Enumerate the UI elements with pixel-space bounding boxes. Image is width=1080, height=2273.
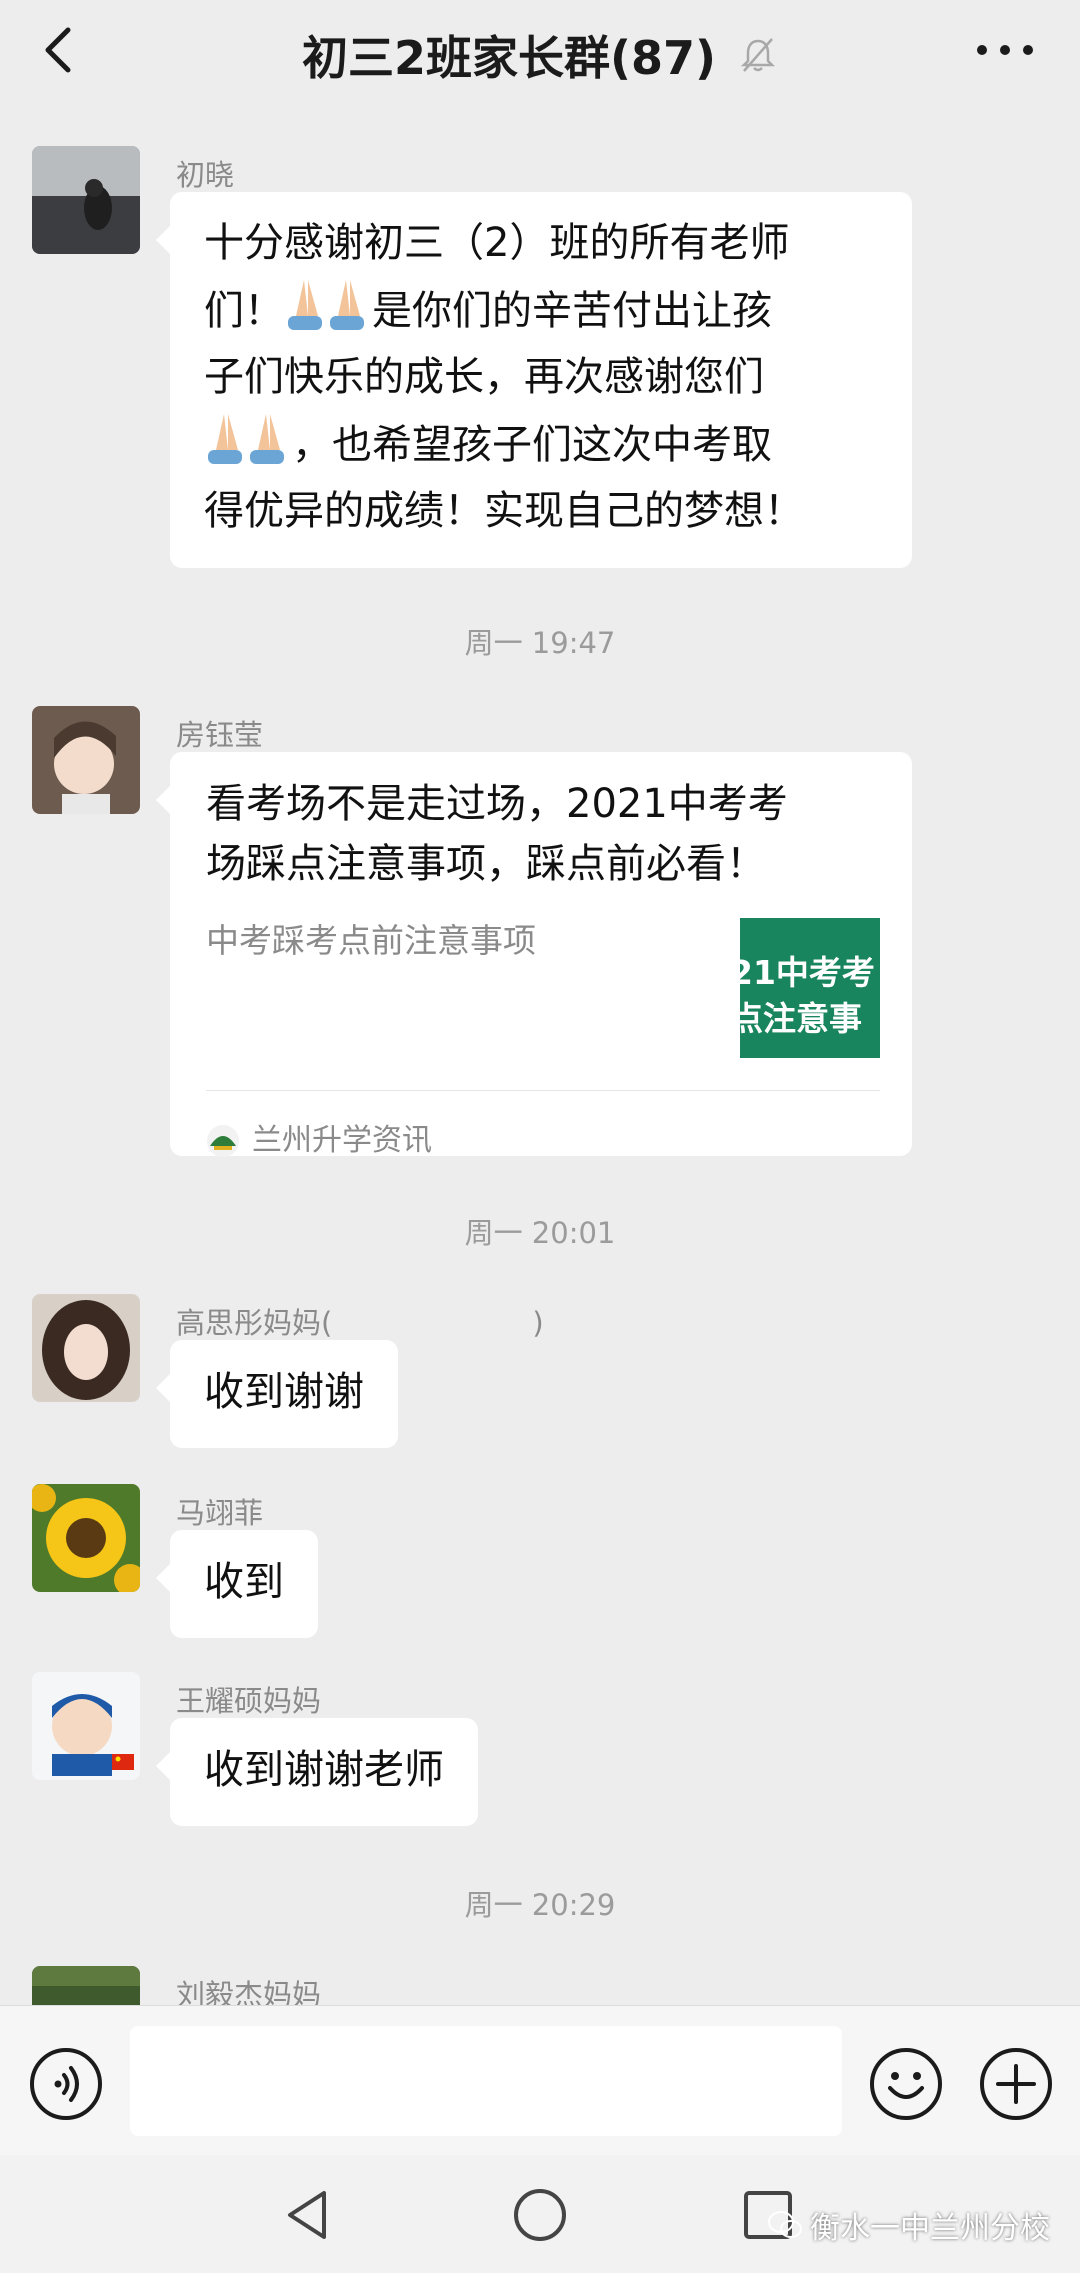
timestamp: 周一 19:47 [464, 626, 616, 660]
message-bubble[interactable]: 收到谢谢 [156, 1340, 398, 1448]
sender-name: 刘毅杰妈妈 [176, 1978, 322, 2005]
nav-home-icon[interactable] [510, 2185, 570, 2245]
message-bubble[interactable]: 十分感谢初三（2）班的所有老师 们！ 是你们的辛苦付出让孩 子们快乐的成长，再次感… [156, 192, 912, 568]
message-bubble[interactable]: 收到谢谢老师 [156, 1718, 478, 1826]
chat-title-row: 初三2班家长群(87) [0, 22, 1080, 88]
avatar[interactable] [32, 1484, 140, 1592]
praying-hands-emoji-icon [288, 280, 364, 330]
card-title-line: 场踩点注意事项，踩点前必看！ [206, 841, 766, 887]
input-bar [0, 2005, 1080, 2155]
sender-name: 高思彤妈妈() [176, 1306, 544, 1340]
card-source: 兰州升学资讯 [206, 1108, 432, 1174]
message-input[interactable] [130, 2026, 842, 2136]
chat-header: 初三2班家长群(87) [0, 0, 1080, 100]
avatar[interactable] [32, 706, 140, 814]
system-nav-bar: 衡水一中兰州分校 [0, 2155, 1080, 2273]
avatar[interactable] [32, 1672, 140, 1780]
wechat-logo-icon [768, 2211, 802, 2238]
thumb-text: 点注意事 [740, 999, 862, 1038]
bell-muted-icon [741, 38, 776, 72]
sender-name: 房钰莹 [176, 718, 264, 752]
nav-back-icon[interactable] [280, 2185, 340, 2245]
avatar[interactable] [32, 146, 140, 254]
message-bubble[interactable]: 收到 [156, 1530, 318, 1638]
avatar[interactable] [32, 1966, 140, 2005]
sender-name: 马翊菲 [176, 1496, 264, 1530]
avatar[interactable] [32, 1294, 140, 1402]
message-text: 收到 [204, 1559, 284, 1605]
card-description: 中考踩考点前注意事项 [206, 921, 536, 960]
link-card[interactable]: 看考场不是走过场，2021中考考 场踩点注意事项，踩点前必看！ 中考踩考点前注意… [156, 752, 912, 1158]
message-text: 收到谢谢 [204, 1369, 364, 1415]
sender-name: 王耀硕妈妈 [176, 1684, 322, 1718]
timestamp: 周一 20:01 [464, 1216, 616, 1250]
chat-title[interactable]: 初三2班家长群(87) [302, 22, 716, 88]
message-text: 收到谢谢老师 [204, 1747, 444, 1793]
emoji-icon[interactable] [868, 2046, 944, 2122]
praying-hands-emoji-icon [208, 414, 284, 464]
card-thumbnail: 21中考考 点注意事 [740, 918, 880, 1058]
timestamp: 周一 20:29 [464, 1888, 616, 1922]
more-dots-icon[interactable] [970, 30, 1040, 70]
sender-name: 初晓 [176, 158, 235, 192]
watermark: 衡水一中兰州分校 [768, 2203, 1050, 2247]
account-logo-icon [207, 1125, 239, 1157]
divider [206, 1090, 880, 1091]
message-text: 十分感谢初三（2）班的所有老师 们！ 是你们的辛苦付出让孩 子们快乐的成长，再次感… [204, 220, 804, 534]
message-list[interactable]: 初晓 十分感谢初三（2）班的所有老师 们！ 是你们的辛苦付出让孩 子们快乐的成长，… [0, 100, 1080, 2005]
voice-icon[interactable] [28, 2046, 104, 2122]
plus-icon[interactable] [978, 2046, 1054, 2122]
card-title-line: 看考场不是走过场，2021中考考 [206, 781, 788, 827]
